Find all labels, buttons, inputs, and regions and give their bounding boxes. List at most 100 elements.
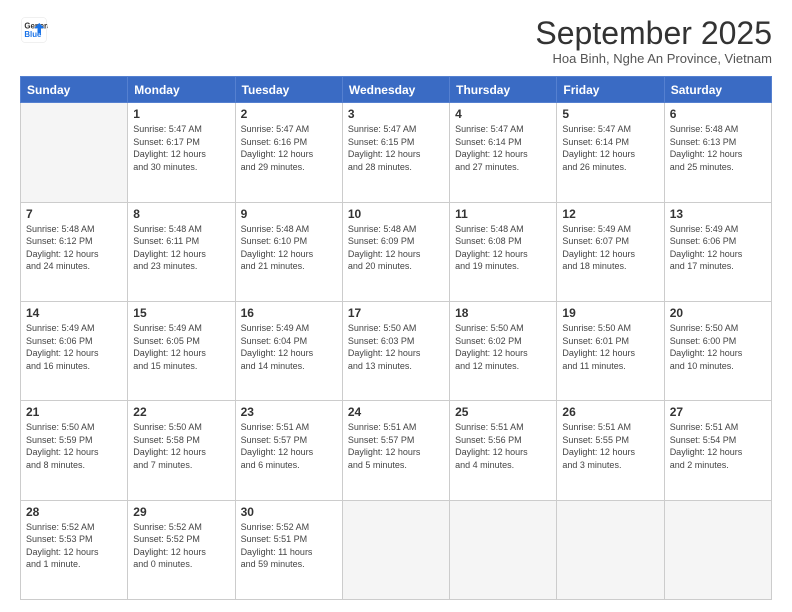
week-row-5: 28 Sunrise: 5:52 AM Sunset: 5:53 PM Dayli…: [21, 500, 772, 599]
day-header-tuesday: Tuesday: [235, 77, 342, 103]
calendar-cell: 12Sunrise: 5:49 AM Sunset: 6:07 PM Dayli…: [557, 202, 664, 301]
calendar-cell: 17 Sunrise: 5:50 AM Sunset: 6:03 PM Dayli…: [342, 301, 449, 400]
calendar-cell: 7 Sunrise: 5:48 AM Sunset: 6:12 PM Daylig…: [21, 202, 128, 301]
day-number: 24: [348, 405, 444, 419]
day-number: 5: [562, 107, 658, 121]
page: General Blue September 2025 Hoa Binh, Ng…: [0, 0, 792, 612]
day-number: 27: [670, 405, 766, 419]
week-row-2: 7 Sunrise: 5:48 AM Sunset: 6:12 PM Daylig…: [21, 202, 772, 301]
calendar-cell: 13 Sunrise: 5:49 AM Sunset: 6:06 PM Dayli…: [664, 202, 771, 301]
calendar-cell: 19Sunrise: 5:50 AM Sunset: 6:01 PM Dayli…: [557, 301, 664, 400]
calendar-cell: 2 Sunrise: 5:47 AM Sunset: 6:16 PM Daylig…: [235, 103, 342, 202]
day-number: 17: [348, 306, 444, 320]
day-info: Sunrise: 5:47 AM Sunset: 6:15 PM Dayligh…: [348, 123, 444, 173]
day-number: 6: [670, 107, 766, 121]
day-header-saturday: Saturday: [664, 77, 771, 103]
day-number: 2: [241, 107, 337, 121]
calendar-cell: 4 Sunrise: 5:47 AM Sunset: 6:14 PM Daylig…: [450, 103, 557, 202]
day-info: Sunrise: 5:48 AM Sunset: 6:13 PM Dayligh…: [670, 123, 766, 173]
calendar-cell: 29 Sunrise: 5:52 AM Sunset: 5:52 PM Dayli…: [128, 500, 235, 599]
calendar-cell: 25Sunrise: 5:51 AM Sunset: 5:56 PM Dayli…: [450, 401, 557, 500]
day-info: Sunrise: 5:48 AM Sunset: 6:12 PM Dayligh…: [26, 223, 122, 273]
day-number: 10: [348, 207, 444, 221]
calendar-cell: 15Sunrise: 5:49 AM Sunset: 6:05 PM Dayli…: [128, 301, 235, 400]
day-info: Sunrise: 5:47 AM Sunset: 6:14 PM Dayligh…: [455, 123, 551, 173]
day-info: Sunrise: 5:50 AM Sunset: 6:03 PM Dayligh…: [348, 322, 444, 372]
day-info: Sunrise: 5:50 AM Sunset: 6:01 PM Dayligh…: [562, 322, 658, 372]
day-number: 12: [562, 207, 658, 221]
day-info: Sunrise: 5:52 AM Sunset: 5:53 PM Dayligh…: [26, 521, 122, 571]
day-info: Sunrise: 5:51 AM Sunset: 5:57 PM Dayligh…: [348, 421, 444, 471]
calendar-cell: [342, 500, 449, 599]
calendar-cell: 28 Sunrise: 5:52 AM Sunset: 5:53 PM Dayli…: [21, 500, 128, 599]
day-info: Sunrise: 5:47 AM Sunset: 6:16 PM Dayligh…: [241, 123, 337, 173]
day-info: Sunrise: 5:47 AM Sunset: 6:14 PM Dayligh…: [562, 123, 658, 173]
calendar-cell: 16 Sunrise: 5:49 AM Sunset: 6:04 PM Dayli…: [235, 301, 342, 400]
calendar-cell: 20Sunrise: 5:50 AM Sunset: 6:00 PM Dayli…: [664, 301, 771, 400]
day-number: 30: [241, 505, 337, 519]
day-number: 23: [241, 405, 337, 419]
calendar-cell: 3 Sunrise: 5:47 AM Sunset: 6:15 PM Daylig…: [342, 103, 449, 202]
day-number: 25: [455, 405, 551, 419]
day-number: 13: [670, 207, 766, 221]
day-number: 26: [562, 405, 658, 419]
day-info: Sunrise: 5:47 AM Sunset: 6:17 PM Dayligh…: [133, 123, 229, 173]
calendar-cell: 8Sunrise: 5:48 AM Sunset: 6:11 PM Daylig…: [128, 202, 235, 301]
calendar-cell: 5 Sunrise: 5:47 AM Sunset: 6:14 PM Daylig…: [557, 103, 664, 202]
day-number: 29: [133, 505, 229, 519]
calendar-cell: 21Sunrise: 5:50 AM Sunset: 5:59 PM Dayli…: [21, 401, 128, 500]
logo-icon: General Blue: [20, 16, 48, 44]
day-info: Sunrise: 5:48 AM Sunset: 6:11 PM Dayligh…: [133, 223, 229, 273]
header: General Blue September 2025 Hoa Binh, Ng…: [20, 16, 772, 66]
day-info: Sunrise: 5:49 AM Sunset: 6:04 PM Dayligh…: [241, 322, 337, 372]
day-info: Sunrise: 5:49 AM Sunset: 6:05 PM Dayligh…: [133, 322, 229, 372]
location-subtitle: Hoa Binh, Nghe An Province, Vietnam: [535, 51, 772, 66]
day-info: Sunrise: 5:50 AM Sunset: 6:02 PM Dayligh…: [455, 322, 551, 372]
week-row-1: 1 Sunrise: 5:47 AM Sunset: 6:17 PM Daylig…: [21, 103, 772, 202]
day-info: Sunrise: 5:51 AM Sunset: 5:55 PM Dayligh…: [562, 421, 658, 471]
day-number: 14: [26, 306, 122, 320]
day-info: Sunrise: 5:48 AM Sunset: 6:10 PM Dayligh…: [241, 223, 337, 273]
day-number: 1: [133, 107, 229, 121]
day-number: 9: [241, 207, 337, 221]
logo: General Blue: [20, 16, 48, 44]
calendar-cell: 30 Sunrise: 5:52 AM Sunset: 5:51 PM Dayli…: [235, 500, 342, 599]
day-number: 21: [26, 405, 122, 419]
day-number: 7: [26, 207, 122, 221]
day-number: 11: [455, 207, 551, 221]
day-header-thursday: Thursday: [450, 77, 557, 103]
calendar-table: SundayMondayTuesdayWednesdayThursdayFrid…: [20, 76, 772, 600]
calendar-cell: 9 Sunrise: 5:48 AM Sunset: 6:10 PM Daylig…: [235, 202, 342, 301]
day-number: 4: [455, 107, 551, 121]
day-info: Sunrise: 5:52 AM Sunset: 5:52 PM Dayligh…: [133, 521, 229, 571]
day-info: Sunrise: 5:51 AM Sunset: 5:57 PM Dayligh…: [241, 421, 337, 471]
day-header-sunday: Sunday: [21, 77, 128, 103]
day-number: 3: [348, 107, 444, 121]
day-number: 18: [455, 306, 551, 320]
calendar-cell: 14 Sunrise: 5:49 AM Sunset: 6:06 PM Dayli…: [21, 301, 128, 400]
day-info: Sunrise: 5:49 AM Sunset: 6:06 PM Dayligh…: [670, 223, 766, 273]
calendar-cell: [557, 500, 664, 599]
day-number: 28: [26, 505, 122, 519]
day-info: Sunrise: 5:52 AM Sunset: 5:51 PM Dayligh…: [241, 521, 337, 571]
week-row-3: 14 Sunrise: 5:49 AM Sunset: 6:06 PM Dayli…: [21, 301, 772, 400]
calendar-cell: 22 Sunrise: 5:50 AM Sunset: 5:58 PM Dayli…: [128, 401, 235, 500]
calendar-header-row: SundayMondayTuesdayWednesdayThursdayFrid…: [21, 77, 772, 103]
calendar-cell: [21, 103, 128, 202]
calendar-cell: 18 Sunrise: 5:50 AM Sunset: 6:02 PM Dayli…: [450, 301, 557, 400]
day-number: 16: [241, 306, 337, 320]
calendar-cell: [664, 500, 771, 599]
calendar-cell: 23 Sunrise: 5:51 AM Sunset: 5:57 PM Dayli…: [235, 401, 342, 500]
calendar-cell: 27 Sunrise: 5:51 AM Sunset: 5:54 PM Dayli…: [664, 401, 771, 500]
day-info: Sunrise: 5:51 AM Sunset: 5:54 PM Dayligh…: [670, 421, 766, 471]
month-title: September 2025: [535, 16, 772, 51]
calendar-cell: 10 Sunrise: 5:48 AM Sunset: 6:09 PM Dayli…: [342, 202, 449, 301]
day-header-monday: Monday: [128, 77, 235, 103]
day-number: 22: [133, 405, 229, 419]
day-info: Sunrise: 5:49 AM Sunset: 6:06 PM Dayligh…: [26, 322, 122, 372]
calendar-cell: 11Sunrise: 5:48 AM Sunset: 6:08 PM Dayli…: [450, 202, 557, 301]
calendar-cell: 26 Sunrise: 5:51 AM Sunset: 5:55 PM Dayli…: [557, 401, 664, 500]
day-info: Sunrise: 5:50 AM Sunset: 5:58 PM Dayligh…: [133, 421, 229, 471]
day-info: Sunrise: 5:48 AM Sunset: 6:09 PM Dayligh…: [348, 223, 444, 273]
day-number: 20: [670, 306, 766, 320]
